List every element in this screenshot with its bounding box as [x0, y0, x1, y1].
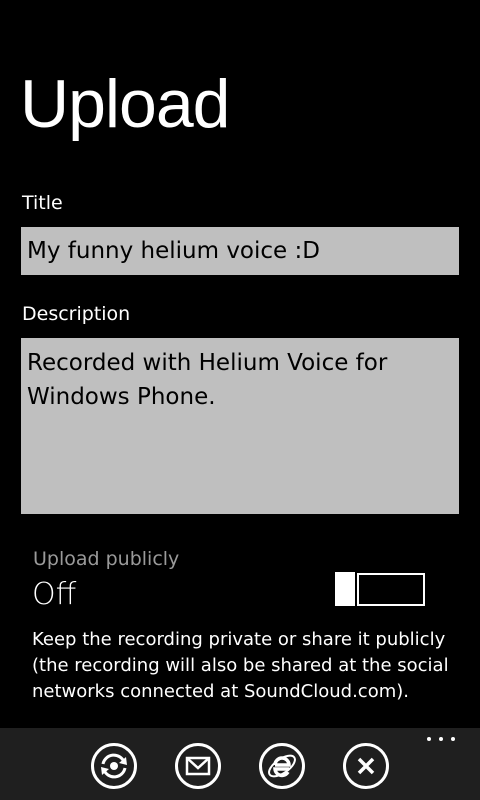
- app-bar: [0, 728, 480, 800]
- cancel-icon: [343, 743, 389, 789]
- more-options-ellipsis[interactable]: [426, 732, 456, 746]
- toggle-thumb[interactable]: [335, 572, 355, 606]
- mail-button[interactable]: [174, 742, 222, 790]
- description-label: Description: [22, 303, 131, 325]
- ellipsis-dot: [439, 737, 443, 741]
- cancel-button[interactable]: [342, 742, 390, 790]
- title-label: Title: [22, 192, 63, 214]
- description-input[interactable]: Recorded with Helium Voice for Windows P…: [21, 338, 459, 514]
- mail-icon: [175, 743, 221, 789]
- title-input[interactable]: My funny helium voice :D: [21, 227, 459, 275]
- sync-button[interactable]: [90, 742, 138, 790]
- toggle-description: Keep the recording private or share it p…: [32, 629, 449, 702]
- internet-explorer-icon: [259, 743, 305, 789]
- ellipsis-dot: [451, 737, 455, 741]
- upload-publicly-header: Upload publicly: [33, 548, 180, 570]
- internet-explorer-button[interactable]: [258, 742, 306, 790]
- toggle-state-label: Off: [32, 577, 77, 612]
- upload-publicly-toggle[interactable]: [335, 572, 425, 606]
- page-title: Upload: [20, 66, 230, 142]
- ellipsis-dot: [427, 737, 431, 741]
- toggle-track: [357, 573, 425, 606]
- sync-icon: [91, 743, 137, 789]
